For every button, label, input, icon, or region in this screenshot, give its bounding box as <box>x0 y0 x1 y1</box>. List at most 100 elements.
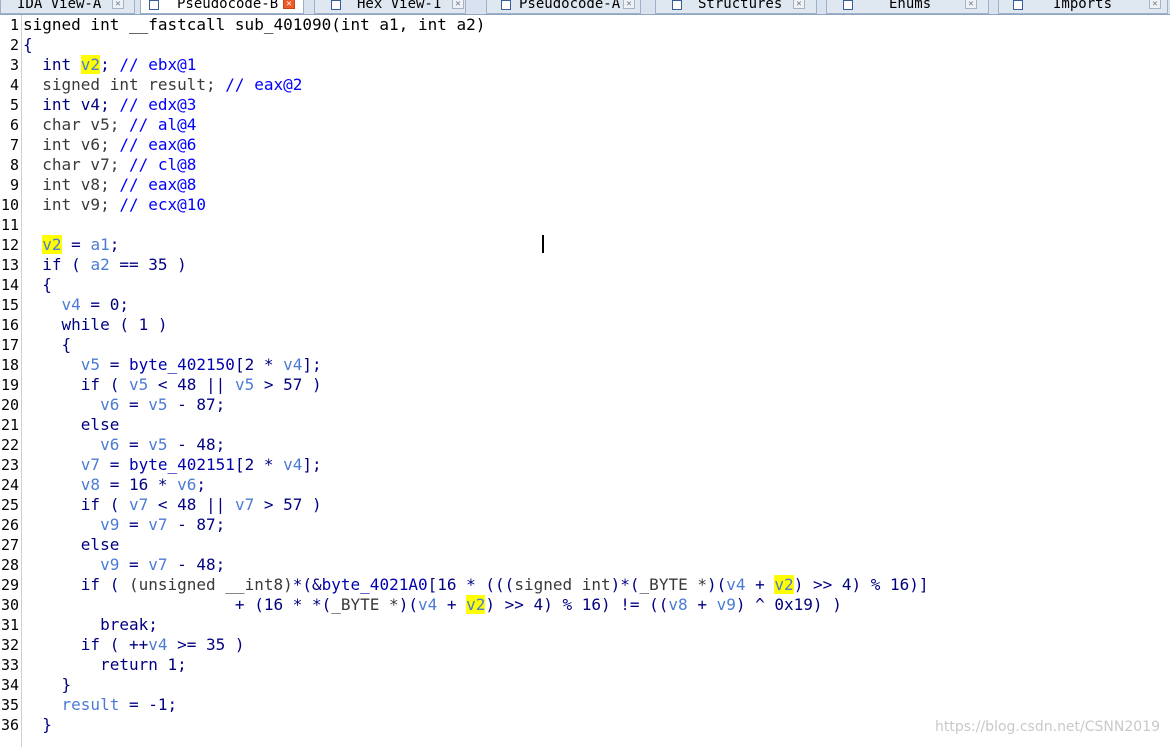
code-line[interactable]: 27 else <box>0 535 1170 555</box>
code-line[interactable]: 21 else <box>0 415 1170 435</box>
code-line[interactable]: 19 if ( v5 < 48 || v5 > 57 ) <box>0 375 1170 395</box>
code-text: v2 = a1; <box>23 235 119 255</box>
code-token[interactable]: v8 <box>81 475 100 494</box>
code-line[interactable]: 26 v9 = v7 - 87; <box>0 515 1170 535</box>
code-token[interactable]: byte_402150 <box>129 355 235 374</box>
code-token[interactable]: v5 <box>235 375 254 394</box>
close-icon[interactable]: ✕ <box>965 0 977 9</box>
tab-structures[interactable]: Structures ✕ <box>655 0 817 14</box>
code-token[interactable]: v4 <box>283 455 302 474</box>
tab-pseudocode-b[interactable]: Pseudocode-B ✕ <box>140 0 304 14</box>
code-line[interactable]: 32 if ( ++v4 >= 35 ) <box>0 635 1170 655</box>
pseudocode-editor[interactable]: 1 signed int __fastcall sub_401090(int a1… <box>0 15 1170 735</box>
tab-ida-view-a[interactable]: IDA View-A ✕ <box>0 0 135 14</box>
code-token[interactable]: v6 <box>100 435 119 454</box>
code-line[interactable]: 6 char v5; // al@4 <box>0 115 1170 135</box>
tab-pseudocode-a[interactable]: Pseudocode-A ✕ <box>486 0 641 14</box>
code-token[interactable]: v7 <box>148 515 167 534</box>
code-token[interactable]: v6 <box>177 475 196 494</box>
code-token[interactable]: v7 <box>129 495 148 514</box>
code-token[interactable]: v7 <box>81 455 100 474</box>
code-token[interactable]: v9 <box>100 515 119 534</box>
code-line[interactable]: 25 if ( v7 < 48 || v7 > 57 ) <box>0 495 1170 515</box>
code-line[interactable]: 33 return 1; <box>0 655 1170 675</box>
code-line[interactable]: 22 v6 = v5 - 48; <box>0 435 1170 455</box>
code-line[interactable]: 30 + (16 * *(_BYTE *)(v4 + v2) >> 4) % 1… <box>0 595 1170 615</box>
code-token[interactable]: v4 <box>283 355 302 374</box>
close-icon[interactable]: ✕ <box>1149 0 1161 9</box>
code-token: (unsigned __int8) <box>128 575 293 594</box>
code-token[interactable]: v4 <box>418 595 437 614</box>
code-token[interactable]: v7 <box>148 555 167 574</box>
code-token[interactable]: v8 <box>668 595 687 614</box>
line-number: 4 <box>9 76 19 94</box>
code-token[interactable]: v7 <box>235 495 254 514</box>
close-icon[interactable]: ✕ <box>623 0 635 9</box>
code-line[interactable]: 5 int v4; // edx@3 <box>0 95 1170 115</box>
code-line[interactable]: 23 v7 = byte_402151[2 * v4]; <box>0 455 1170 475</box>
code-line[interactable]: 16 while ( 1 ) <box>0 315 1170 335</box>
code-line[interactable]: 12 v2 = a1; <box>0 235 1170 255</box>
code-line[interactable]: 2{ <box>0 35 1170 55</box>
line-number: 6 <box>9 116 19 134</box>
line-number: 31 <box>0 616 19 634</box>
code-token[interactable]: v4 <box>726 575 745 594</box>
code-token[interactable]: v6 <box>100 395 119 414</box>
tab-imports[interactable]: Imports ✕ <box>998 0 1168 14</box>
code-token[interactable]: v9 <box>100 555 119 574</box>
code-line[interactable]: 28 v9 = v7 - 48; <box>0 555 1170 575</box>
code-token[interactable]: v5 <box>148 435 167 454</box>
code-line[interactable]: 34 } <box>0 675 1170 695</box>
close-icon[interactable]: ✕ <box>283 0 295 9</box>
close-icon[interactable]: ✕ <box>112 0 124 9</box>
code-line[interactable]: 13 if ( a2 == 35 ) <box>0 255 1170 275</box>
code-token: [2 * <box>234 455 284 474</box>
tab-hex-view-1[interactable]: Hex View-1 ✕ <box>314 0 466 14</box>
code-line[interactable]: 15 v4 = 0; <box>0 295 1170 315</box>
code-line[interactable]: 17 { <box>0 335 1170 355</box>
code-token[interactable]: a2 <box>90 255 109 274</box>
highlighted-variable[interactable]: v2 <box>42 235 62 254</box>
code-line[interactable]: 3 int v2; // ebx@1 <box>0 55 1170 75</box>
code-token[interactable]: v5 <box>148 395 167 414</box>
code-line[interactable]: 9 int v8; // eax@8 <box>0 175 1170 195</box>
tab-enums[interactable]: Enums ✕ <box>826 0 989 14</box>
code-line[interactable]: 10 int v9; // ecx@10 <box>0 195 1170 215</box>
code-line[interactable]: 8 char v7; // cl@8 <box>0 155 1170 175</box>
code-text: int v2; // ebx@1 <box>23 55 196 75</box>
code-line[interactable]: 14 { <box>0 275 1170 295</box>
code-token[interactable]: byte_402151 <box>129 455 235 474</box>
code-token[interactable]: a1 <box>90 235 109 254</box>
code-line[interactable]: 20 v6 = v5 - 87; <box>0 395 1170 415</box>
highlighted-variable[interactable]: v2 <box>466 595 486 614</box>
code-line[interactable]: 1 signed int __fastcall sub_401090(int a1… <box>0 15 1170 35</box>
code-text: int v8; // eax@8 <box>23 175 196 195</box>
code-line[interactable]: 35 result = -1; <box>0 695 1170 715</box>
code-text: if ( (unsigned __int8)*(&byte_4021A0[16 … <box>23 575 929 595</box>
code-token[interactable]: byte_4021A0 <box>322 575 428 594</box>
close-icon[interactable]: ✕ <box>793 0 805 9</box>
code-line[interactable]: 7 int v6; // eax@6 <box>0 135 1170 155</box>
code-token[interactable]: v9 <box>717 595 736 614</box>
line-number: 2 <box>9 36 19 54</box>
code-line[interactable]: 4 signed int result; // eax@2 <box>0 75 1170 95</box>
code-token[interactable]: v5 <box>81 355 100 374</box>
code-line[interactable]: 18 v5 = byte_402150[2 * v4]; <box>0 355 1170 375</box>
code-line[interactable]: 31 break; <box>0 615 1170 635</box>
code-token: int v8; <box>23 175 120 194</box>
code-line[interactable]: 24 v8 = 16 * v6; <box>0 475 1170 495</box>
code-token: if ( <box>23 495 129 514</box>
code-token: = <box>119 555 149 574</box>
code-token[interactable]: v4 <box>62 295 81 314</box>
code-line[interactable]: 11 <box>0 215 1170 235</box>
code-line[interactable]: 29 if ( (unsigned __int8)*(&byte_4021A0[… <box>0 575 1170 595</box>
code-token[interactable]: result <box>62 695 120 714</box>
code-token[interactable]: v5 <box>129 375 148 394</box>
highlighted-variable[interactable]: v2 <box>774 575 794 594</box>
line-number: 18 <box>0 356 19 374</box>
tab-label: Pseudocode-B <box>177 0 279 12</box>
close-icon[interactable]: ✕ <box>452 0 464 9</box>
code-token[interactable]: v4 <box>148 635 167 654</box>
highlighted-variable[interactable]: v2 <box>80 55 101 74</box>
code-token: [2 * <box>234 355 284 374</box>
